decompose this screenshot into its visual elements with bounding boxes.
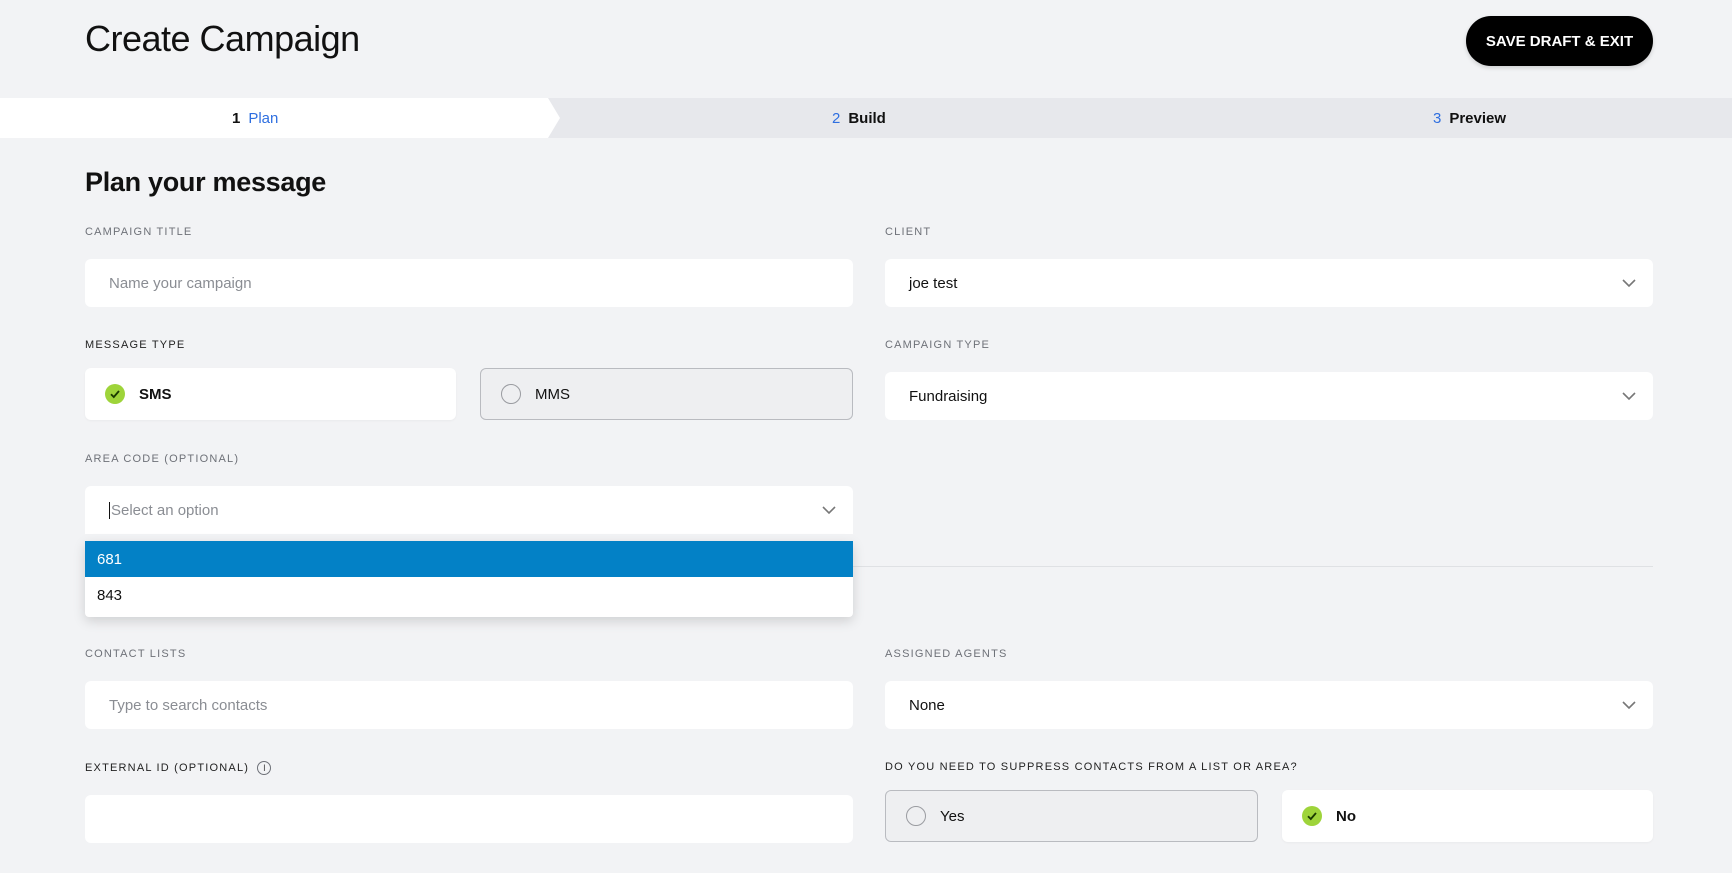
area-code-label: AREA CODE (OPTIONAL) <box>85 453 240 465</box>
dropdown-option-843[interactable]: 843 <box>85 577 853 613</box>
section-divider <box>853 566 1653 567</box>
info-icon[interactable]: i <box>257 761 272 775</box>
step-label: Preview <box>1449 109 1507 127</box>
campaign-title-field <box>85 259 853 307</box>
dropdown-option-681[interactable]: 681 <box>85 541 853 577</box>
chevron-down-icon <box>822 506 836 515</box>
contact-lists-field <box>85 681 853 729</box>
step-preview[interactable]: 3 Preview <box>1433 98 1506 138</box>
check-icon <box>1302 806 1322 826</box>
suppress-no-option[interactable]: No <box>1282 790 1653 842</box>
step-build[interactable]: 2 Build <box>832 98 886 138</box>
message-type-label: MESSAGE TYPE <box>85 339 186 351</box>
area-code-dropdown-menu: 681 843 <box>85 541 853 617</box>
active-step-background <box>0 98 560 138</box>
radio-empty-icon <box>906 806 926 826</box>
suppress-contacts-label: DO YOU NEED TO SUPPRESS CONTACTS FROM A … <box>885 761 1298 773</box>
page-title: Create Campaign <box>85 18 360 59</box>
contact-lists-label: CONTACT LISTS <box>85 648 187 660</box>
assigned-agents-label: ASSIGNED AGENTS <box>885 648 1008 660</box>
assigned-agents-value: None <box>909 696 945 714</box>
external-id-input[interactable] <box>109 810 853 828</box>
step-number: 3 <box>1433 109 1442 127</box>
radio-empty-icon <box>501 384 521 404</box>
page-header: Create Campaign SAVE DRAFT & EXIT <box>0 0 1732 98</box>
option-label: MMS <box>535 385 570 403</box>
contact-lists-search-input[interactable] <box>109 696 853 714</box>
area-code-placeholder: Select an option <box>109 501 219 519</box>
campaign-type-value: Fundraising <box>909 387 988 405</box>
campaign-title-label: CAMPAIGN TITLE <box>85 226 193 238</box>
external-id-label: EXTERNAL ID (OPTIONAL) <box>85 761 250 774</box>
client-select[interactable]: joe test <box>885 259 1653 307</box>
external-id-field <box>85 795 853 843</box>
step-label: Build <box>848 109 886 127</box>
step-plan[interactable]: 1 Plan <box>232 98 278 138</box>
client-value: joe test <box>909 274 958 292</box>
assigned-agents-select[interactable]: None <box>885 681 1653 729</box>
option-label: No <box>1336 807 1356 825</box>
check-icon <box>105 384 125 404</box>
chevron-down-icon <box>1622 701 1636 710</box>
client-label: CLIENT <box>885 226 932 238</box>
chevron-down-icon <box>1622 392 1636 401</box>
campaign-type-select[interactable]: Fundraising <box>885 372 1653 420</box>
section-title: Plan your message <box>85 167 327 197</box>
external-id-label-row: EXTERNAL ID (OPTIONAL) i <box>85 761 272 775</box>
option-label: Yes <box>940 807 965 825</box>
chevron-down-icon <box>1622 279 1636 288</box>
campaign-type-label: CAMPAIGN TYPE <box>885 339 991 351</box>
message-type-mms-option[interactable]: MMS <box>480 368 853 420</box>
step-number: 2 <box>832 109 841 127</box>
option-label: SMS <box>139 385 172 403</box>
progress-stepper: 1 Plan 2 Build 3 Preview <box>0 98 1732 138</box>
campaign-title-input[interactable] <box>109 274 853 292</box>
step-number: 1 <box>232 109 241 127</box>
suppress-yes-option[interactable]: Yes <box>885 790 1258 842</box>
step-label: Plan <box>248 109 279 127</box>
message-type-sms-option[interactable]: SMS <box>85 368 456 420</box>
area-code-select[interactable]: Select an option <box>85 486 853 534</box>
save-draft-exit-button[interactable]: SAVE DRAFT & EXIT <box>1466 16 1653 66</box>
